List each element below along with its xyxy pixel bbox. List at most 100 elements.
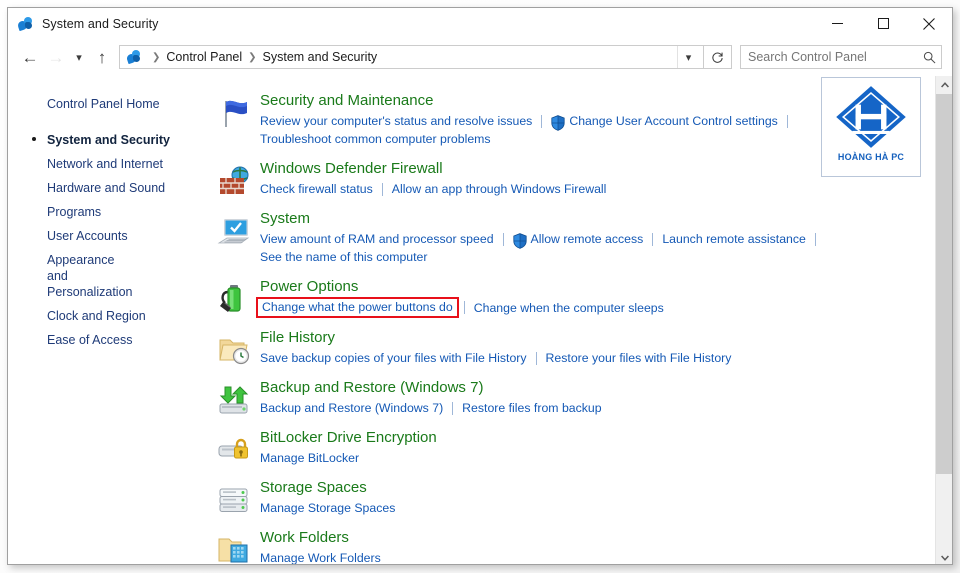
uac-shield-icon xyxy=(551,115,565,129)
control-panel-window: System and Security ← → xyxy=(7,7,953,565)
sidebar-item-appearance-and-personalization[interactable]: Appearance and Personalization xyxy=(8,248,118,304)
category-links-row: Change what the power buttons doChange w… xyxy=(260,298,952,317)
category-bitlocker-drive-encryption: BitLocker Drive EncryptionManage BitLock… xyxy=(214,427,952,467)
back-button[interactable]: ← xyxy=(17,44,43,70)
category-system: SystemView amount of RAM and processor s… xyxy=(214,208,952,266)
search-input[interactable] xyxy=(748,50,923,64)
window-body: Control Panel Home System and Security N… xyxy=(8,75,952,565)
category-title[interactable]: Security and Maintenance xyxy=(260,91,433,111)
category-body: SystemView amount of RAM and processor s… xyxy=(260,208,952,266)
folder-building-icon xyxy=(217,533,251,565)
category-link[interactable]: Change when the computer sleeps xyxy=(474,299,664,317)
category-link[interactable]: Change User Account Control settings xyxy=(569,112,777,130)
refresh-button[interactable] xyxy=(704,45,732,69)
hoang-ha-pc-logo: HOÀNG HÀ PC xyxy=(821,77,921,177)
battery-plug-icon xyxy=(217,282,251,316)
sidebar: Control Panel Home System and Security N… xyxy=(8,76,214,565)
category-title[interactable]: Windows Defender Firewall xyxy=(260,159,443,179)
search-box[interactable] xyxy=(740,45,942,69)
recent-locations-button[interactable]: ▾ xyxy=(69,44,89,70)
category-title[interactable]: Power Options xyxy=(260,277,358,297)
category-storage-spaces: Storage SpacesManage Storage Spaces xyxy=(214,477,952,517)
category-link[interactable]: Troubleshoot common computer problems xyxy=(260,130,491,148)
vertical-scrollbar[interactable] xyxy=(935,76,952,565)
category-body: BitLocker Drive EncryptionManage BitLock… xyxy=(260,427,952,467)
backup-drive-arrows-icon xyxy=(217,383,251,417)
uac-shield-icon xyxy=(513,233,527,249)
scroll-down-button[interactable] xyxy=(936,549,953,565)
link-separator xyxy=(452,402,453,415)
sidebar-item-ease-of-access[interactable]: Ease of Access xyxy=(8,328,214,352)
scrollbar-thumb[interactable] xyxy=(936,94,953,474)
category-link[interactable]: Allow an app through Windows Firewall xyxy=(392,180,607,198)
category-body: Power OptionsChange what the power butto… xyxy=(260,276,952,317)
monitor-keyboard-icon xyxy=(217,214,251,248)
category-title[interactable]: Backup and Restore (Windows 7) xyxy=(260,378,483,398)
breadcrumb-item-system-and-security[interactable]: System and Security xyxy=(263,50,378,64)
drive-lock-icon xyxy=(217,433,251,467)
category-link[interactable]: View amount of RAM and processor speed xyxy=(260,230,494,248)
category-link[interactable]: Review your computer's status and resolv… xyxy=(260,112,532,130)
search-icon xyxy=(923,51,936,64)
category-link[interactable]: Launch remote assistance xyxy=(662,230,806,248)
category-title[interactable]: BitLocker Drive Encryption xyxy=(260,428,437,448)
category-link[interactable]: See the name of this computer xyxy=(260,248,427,266)
sidebar-item-clock-and-region[interactable]: Clock and Region xyxy=(8,304,214,328)
close-button[interactable] xyxy=(906,8,952,39)
breadcrumb-separator-icon: ❯ xyxy=(146,52,166,63)
sidebar-item-system-and-security[interactable]: System and Security xyxy=(8,128,214,152)
up-button[interactable]: ↑ xyxy=(89,44,115,70)
category-link[interactable]: Manage Storage Spaces xyxy=(260,499,395,517)
category-link[interactable]: Restore your files with File History xyxy=(546,349,732,367)
link-separator xyxy=(541,115,542,128)
logo-text: HOÀNG HÀ PC xyxy=(838,152,904,162)
sidebar-item-programs[interactable]: Programs xyxy=(8,200,214,224)
breadcrumb-dropdown-button[interactable]: ▾ xyxy=(677,46,699,68)
sidebar-item-hardware-and-sound[interactable]: Hardware and Sound xyxy=(8,176,214,200)
category-link[interactable]: Manage BitLocker xyxy=(260,449,359,467)
maximize-button[interactable] xyxy=(860,8,906,39)
category-title[interactable]: File History xyxy=(260,328,335,348)
category-list: Security and MaintenanceReview your comp… xyxy=(214,76,952,565)
stacked-drives-icon xyxy=(217,483,251,517)
category-body: Backup and Restore (Windows 7)Backup and… xyxy=(260,377,952,417)
minimize-button[interactable] xyxy=(814,8,860,39)
sidebar-item-network-and-internet[interactable]: Network and Internet xyxy=(8,152,214,176)
folder-clock-icon xyxy=(217,333,251,367)
category-links-row: View amount of RAM and processor speed A… xyxy=(260,230,952,248)
sidebar-item-user-accounts[interactable]: User Accounts xyxy=(8,224,214,248)
window-controls xyxy=(814,8,952,39)
category-file-history: File HistorySave backup copies of your f… xyxy=(214,327,952,367)
scroll-up-button[interactable] xyxy=(936,76,953,93)
category-link[interactable]: Manage Work Folders xyxy=(260,549,381,565)
address-bar: ← → ▾ ↑ ❯ Control Panel ❯ System and Sec… xyxy=(8,39,952,75)
category-links-row: Check firewall status Allow an app throug… xyxy=(260,180,952,198)
category-link[interactable]: Allow remote access xyxy=(531,230,644,248)
screen: System and Security ← → xyxy=(0,0,960,573)
category-power-options: Power OptionsChange what the power butto… xyxy=(214,276,952,317)
window-title: System and Security xyxy=(42,17,159,31)
title-bar: System and Security xyxy=(8,8,952,39)
forward-button[interactable]: → xyxy=(43,44,69,70)
category-link[interactable]: Check firewall status xyxy=(260,180,373,198)
blue-flag-icon xyxy=(217,96,251,130)
category-links-row: See the name of this computer xyxy=(260,248,952,266)
breadcrumb-item-control-panel[interactable]: Control Panel xyxy=(166,50,242,64)
breadcrumb-separator-icon-2: ❯ xyxy=(242,52,262,63)
breadcrumb-bar[interactable]: ❯ Control Panel ❯ System and Security ▾ xyxy=(119,45,704,69)
category-title[interactable]: Storage Spaces xyxy=(260,478,367,498)
sidebar-item-control-panel-home[interactable]: Control Panel Home xyxy=(8,92,214,116)
category-link[interactable]: Restore files from backup xyxy=(462,399,601,417)
link-separator xyxy=(652,233,653,246)
scrollbar-track[interactable] xyxy=(936,474,953,549)
category-links-row: Manage Work Folders xyxy=(260,549,952,565)
link-separator-trailing xyxy=(815,233,816,246)
category-title[interactable]: System xyxy=(260,209,310,229)
category-title[interactable]: Work Folders xyxy=(260,528,349,548)
highlighted-link[interactable]: Change what the power buttons do xyxy=(256,297,459,318)
category-link[interactable]: Save backup copies of your files with Fi… xyxy=(260,349,527,367)
logo-diamond-mark xyxy=(832,83,910,151)
category-link[interactable]: Backup and Restore (Windows 7) xyxy=(260,399,443,417)
category-links-row: Manage Storage Spaces xyxy=(260,499,952,517)
link-separator xyxy=(382,183,383,196)
